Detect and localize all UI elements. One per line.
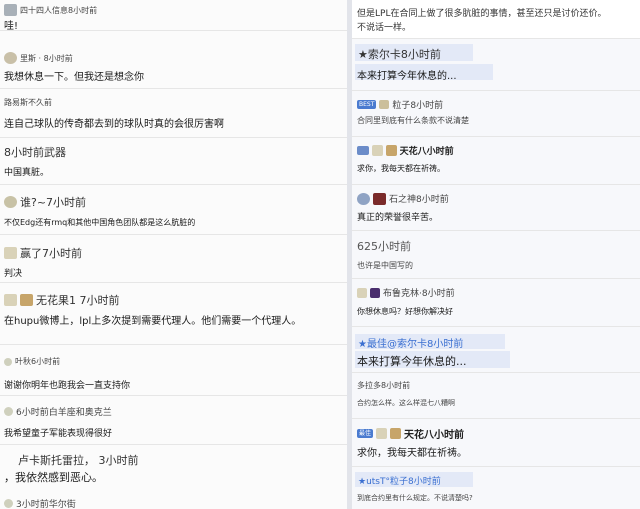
comment-meta: 卢卡斯托雷拉， 3小时前 [18,454,139,467]
comment-meta: 石之神8小时前 [389,195,449,205]
comment-meta: 谁?~7小时前 [20,196,87,209]
comment-item: 3小时前华尔街 [0,496,347,509]
comment-meta: 无花果1 7小时前 [36,294,120,307]
avatar[interactable] [4,247,17,259]
comment-meta: 路易斯不久前 [4,98,52,107]
avatar[interactable] [4,4,17,16]
badge [357,146,369,155]
comment-text: 判决 [4,269,23,279]
comment-text-continued: 不说话一样。 [357,23,412,33]
comment-meta: 四十四人信息8小时前 [20,5,98,15]
comment-meta: 625小时前 [357,240,411,253]
avatar[interactable] [379,100,390,109]
comment-item: 8小时前武器 中国真脏。 [0,142,347,185]
comment-text: 但是LPL在合同上做了很多肮脏的事情，甚至还只是讨价还价。 [357,9,607,19]
avatar[interactable] [4,196,17,208]
comment-item: 谁?~7小时前 不仅Edg还有rmq和其他中国角色团队都是这么肮脏的 [0,190,347,235]
comment-item: ★最佳@索尔卡8小时前 本来打算今年休息的... [352,332,640,373]
avatar[interactable] [4,499,13,508]
comment-text: 到底合约里有什么规定。不说清楚吗? [357,494,473,502]
comment-item: 无花果1 7小时前 在hupu微博上，lpl上多次提到需要代理人。他们需要一个代… [0,288,347,345]
comment-meta: 天花八小时前 [404,430,465,441]
avatar[interactable] [390,428,402,439]
comment-meta: 叶秋6小时前 [15,357,61,366]
comment-item: ★索尔卡8小时前 本来打算今年休息的... [352,42,640,91]
comment-text: 在hupu微博上，lpl上多次提到需要代理人。他们需要一个代理人。 [4,316,302,327]
avatar[interactable] [376,428,388,439]
comment-meta: 天花八小时前 [399,147,454,157]
comment-meta: 赢了7小时前 [20,247,82,260]
comment-meta: 6小时前白羊座和奥克兰 [16,408,112,418]
comment-item: ★utsT°粒子8小时前 到底合约里有什么规定。不说清楚吗? [352,470,640,509]
comment-item: 最佳 天花八小时前 求你，我每天都在祈祷。 [352,422,640,467]
comment-item: 叶秋6小时前 谢谢你明年也跑我会一直支持你 [0,350,347,396]
avatar[interactable] [371,145,383,156]
avatar[interactable] [385,145,397,156]
comment-text: 不仅Edg还有rmq和其他中国角色团队都是这么肮脏的 [4,218,196,227]
comment-meta: 8小时前武器 [4,146,66,159]
comment-text: 也许是中国写的 [357,261,413,270]
comment-text: 我希望童子军能表现得很好 [4,429,113,439]
comment-text: 中国真脏。 [4,168,50,178]
comment-item: 天花八小时前 求你，我每天都在祈祷。 [352,140,640,185]
comment-text: 你想休息吗？好想你解决好 [357,307,453,316]
comment-item: 布鲁克林·8小时前 你想休息吗？好想你解决好 [352,282,640,327]
avatar[interactable] [357,192,370,205]
comment-meta: 3小时前华尔街 [16,500,76,509]
comment-meta: ★最佳@索尔卡8小时前 [358,339,464,350]
comment-meta: 布鲁克林·8小时前 [383,289,455,299]
comment-item: 四十四人信息8小时前 哇! [0,0,347,32]
comment-meta: ★索尔卡8小时前 [358,48,441,61]
avatar[interactable] [4,294,17,306]
comment-meta: 多拉多8小时前 [357,381,411,390]
comment-item: 赢了7小时前 判决 [0,240,347,283]
comment-text: 求你，我每天都在祈祷。 [357,164,445,173]
comment-item: 卢卡斯托雷拉， 3小时前 ，我依然感到恶心。 [0,448,347,492]
best-badge: 最佳 [357,429,374,438]
comment-item: 625小时前 也许是中国写的 [352,234,640,279]
comment-text: 真正的荣誉很辛苦。 [357,213,439,223]
comment-meta: 里斯 · 8小时前 [20,53,73,63]
comment-text: 哇! [4,21,19,32]
comment-text: 连自己球队的传奇都去到的球队时真的会很厉害啊 [4,119,224,130]
comment-text: 谢谢你明年也跑我会一直支持你 [4,381,131,391]
comment-meta: ★utsT°粒子8小时前 [358,477,441,487]
comment-text: 求你，我每天都在祈祷。 [357,448,467,459]
avatar[interactable] [4,407,13,416]
comment-text: 合同里到底有什么条款不说清楚 [357,116,469,125]
avatar[interactable] [370,287,380,298]
comment-meta: 粒子8小时前 [392,101,444,111]
avatar[interactable] [373,192,386,205]
comment-text: 本来打算今年休息的... [357,355,467,368]
avatar[interactable] [20,294,33,306]
right-comment-panel: 但是LPL在合同上做了很多肮脏的事情，甚至还只是讨价还价。 不说话一样。 ★索尔… [352,0,640,509]
avatar[interactable] [4,52,17,64]
left-comment-panel: 四十四人信息8小时前 哇! 里斯 · 8小时前 我想休息一下。但我还是想念你 路… [0,0,347,509]
comment-item: 但是LPL在合同上做了很多肮脏的事情，甚至还只是讨价还价。 不说话一样。 [352,0,640,39]
comment-item: 多拉多8小时前 合约怎么样。这么样混七八糟啊 [352,376,640,419]
comment-item: 路易斯不久前 连自己球队的传奇都去到的球队时真的会很厉害啊 [0,95,347,138]
comment-item: 里斯 · 8小时前 我想休息一下。但我还是想念你 [0,46,347,89]
best-badge: BEST [357,100,377,109]
comment-item: BEST 粒子8小时前 合同里到底有什么条款不说清楚 [352,94,640,137]
comment-text: 我想休息一下。但我还是想念你 [4,72,144,83]
avatar[interactable] [4,357,12,366]
avatar[interactable] [357,287,367,298]
comment-item: 6小时前白羊座和奥克兰 我希望童子军能表现得很好 [0,400,347,445]
comment-text: ，我依然感到恶心。 [4,471,103,484]
comment-item: 石之神8小时前 真正的荣誉很辛苦。 [352,188,640,231]
comment-text: 合约怎么样。这么样混七八糟啊 [357,399,455,407]
comment-text: 本来打算今年休息的... [357,71,457,82]
